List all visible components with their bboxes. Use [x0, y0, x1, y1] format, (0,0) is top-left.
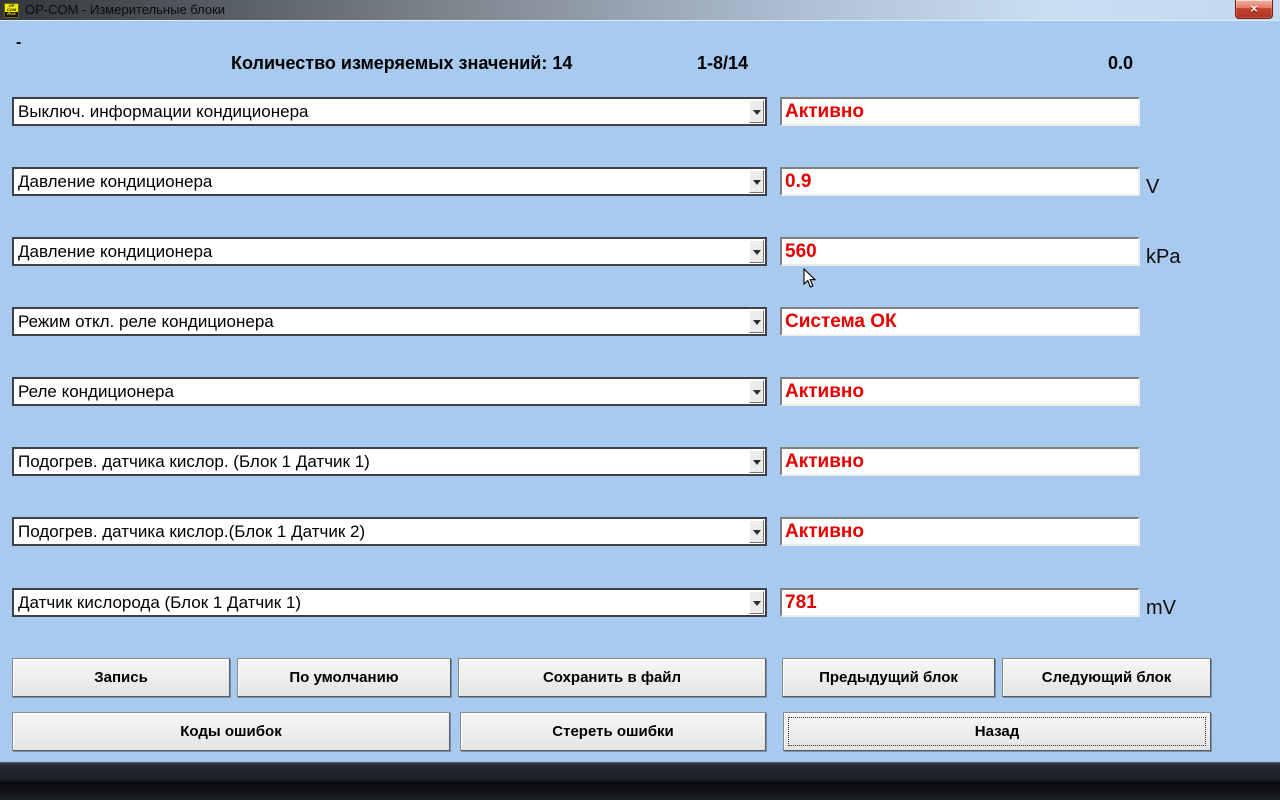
mouse-cursor [803, 268, 817, 288]
combo-dropdown-button[interactable] [749, 450, 764, 473]
param-combobox-value: Подогрев. датчика кислор.(Блок 1 Датчик … [18, 522, 366, 541]
combo-dropdown-button[interactable] [749, 591, 764, 614]
value-field: Активно [780, 517, 1140, 546]
back-button[interactable]: Назад [783, 712, 1211, 751]
param-combobox[interactable]: Выключ. информации кондиционера [12, 97, 767, 126]
measurement-row: Режим откл. реле кондиционера Система ОК [0, 307, 1280, 337]
value-field: 560 [780, 237, 1140, 266]
value-field: 0.9 [780, 167, 1140, 196]
chevron-down-icon [753, 530, 761, 539]
value-text: Активно [785, 101, 864, 122]
measurement-row: Выключ. информации кондиционера Активно [0, 97, 1280, 127]
combo-dropdown-button[interactable] [749, 100, 764, 123]
focus-rectangle [788, 717, 1206, 746]
chevron-down-icon [753, 460, 761, 469]
opcom-app-icon: OP COM RUS [4, 3, 19, 18]
measured-values-count: Количество измеряемых значений: 14 [231, 53, 573, 73]
param-combobox-value: Режим откл. реле кондиционера [18, 312, 274, 331]
param-combobox[interactable]: Подогрев. датчика кислор.(Блок 1 Датчик … [12, 517, 767, 546]
window-title: OP-COM - Измерительные блоки [25, 2, 226, 17]
param-combobox-value: Давление кондиционера [18, 172, 213, 191]
param-combobox-value: Давление кондиционера [18, 242, 213, 261]
chevron-down-icon [753, 250, 761, 259]
record-button[interactable]: Запись [12, 658, 230, 697]
value-text: Система ОК [785, 311, 897, 332]
combo-dropdown-button[interactable] [749, 170, 764, 193]
corner-dash: - [16, 34, 22, 51]
combo-dropdown-button[interactable] [749, 240, 764, 263]
chevron-down-icon [753, 180, 761, 189]
measurement-row: Подогрев. датчика кислор. (Блок 1 Датчик… [0, 447, 1280, 477]
opcom-icon-line: RUS [5, 12, 18, 17]
value-field: Активно [780, 377, 1140, 406]
measurement-row: Давление кондиционера 560 kPa [0, 237, 1280, 268]
unit-label: V [1146, 176, 1160, 198]
value-text: Активно [785, 381, 864, 402]
chevron-down-icon [753, 320, 761, 329]
desktop-screen: OP COM RUS OP-COM - Измерительные блоки … [0, 0, 1280, 800]
previous-block-button[interactable]: Предыдущий блок [782, 658, 995, 697]
measurement-row: Подогрев. датчика кислор.(Блок 1 Датчик … [0, 517, 1280, 547]
param-combobox[interactable]: Реле кондиционера [12, 377, 767, 406]
measurement-row: Реле кондиционера Активно [0, 377, 1280, 407]
combo-dropdown-button[interactable] [749, 380, 764, 403]
param-combobox[interactable]: Давление кондиционера [12, 167, 767, 196]
error-codes-button[interactable]: Коды ошибок [12, 712, 450, 751]
param-combobox-value: Выключ. информации кондиционера [18, 102, 309, 121]
value-field: Система ОК [780, 307, 1140, 336]
taskbar: µ e O OP COM RUS OP-COM LV K 34 [0, 762, 1280, 800]
save-to-file-button[interactable]: Сохранить в файл [458, 658, 766, 697]
param-combobox[interactable]: Датчик кислорода (Блок 1 Датчик 1) [12, 588, 767, 617]
param-combobox-value: Датчик кислорода (Блок 1 Датчик 1) [18, 593, 302, 612]
chevron-down-icon [753, 390, 761, 399]
param-combobox[interactable]: Подогрев. датчика кислор. (Блок 1 Датчик… [12, 447, 767, 476]
value-field: Активно [780, 97, 1140, 126]
close-icon: × [1250, 1, 1258, 16]
value-text: 560 [785, 241, 817, 262]
param-combobox-value: Подогрев. датчика кислор. (Блок 1 Датчик… [18, 452, 370, 471]
value-field: Активно [780, 447, 1140, 476]
value-text: Активно [785, 521, 864, 542]
unit-label: mV [1146, 597, 1176, 619]
value-text: 781 [785, 592, 817, 613]
param-combobox[interactable]: Режим откл. реле кондиционера [12, 307, 767, 336]
chevron-down-icon [753, 110, 761, 119]
page-range: 1-8/14 [697, 53, 749, 73]
measurement-row: Давление кондиционера 0.9 V [0, 167, 1280, 198]
next-block-button[interactable]: Следующий блок [1002, 658, 1211, 697]
chevron-down-icon [753, 601, 761, 610]
value-field: 781 [780, 588, 1140, 617]
aux-value: 0.0 [1108, 53, 1134, 73]
unit-label: kPa [1146, 246, 1181, 268]
param-combobox[interactable]: Давление кондиционера [12, 237, 767, 266]
combo-dropdown-button[interactable] [749, 520, 764, 543]
close-button[interactable]: × [1235, 0, 1273, 19]
value-text: 0.9 [785, 171, 812, 192]
param-combobox-value: Реле кондиционера [18, 382, 174, 401]
default-button[interactable]: По умолчанию [237, 658, 451, 697]
clear-errors-button[interactable]: Стереть ошибки [460, 712, 766, 751]
value-text: Активно [785, 451, 864, 472]
window-titlebar: OP COM RUS OP-COM - Измерительные блоки … [0, 0, 1280, 21]
measurement-row: Датчик кислорода (Блок 1 Датчик 1) 781 m… [0, 588, 1280, 619]
combo-dropdown-button[interactable] [749, 310, 764, 333]
